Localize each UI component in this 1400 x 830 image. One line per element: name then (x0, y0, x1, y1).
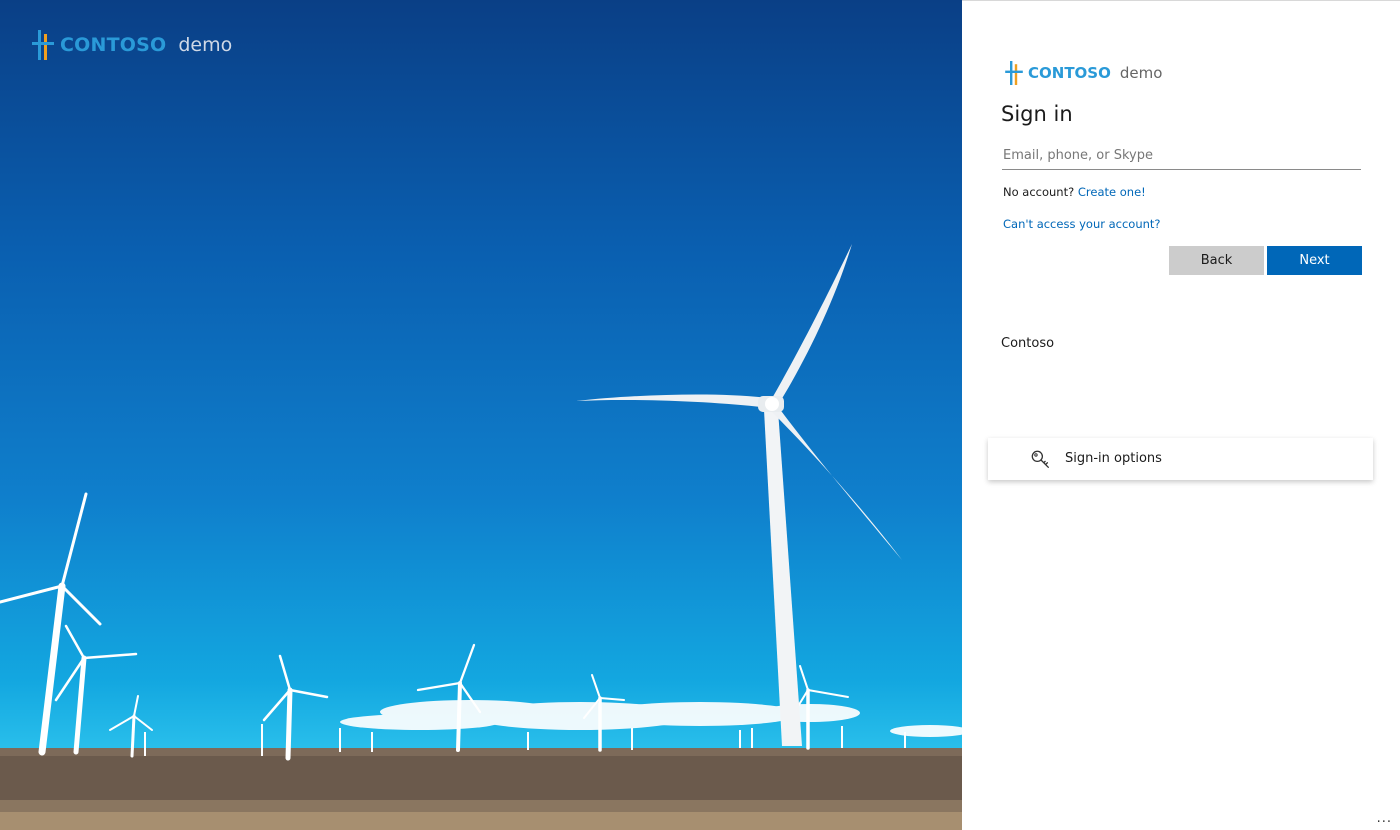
contoso-logo-icon (32, 30, 54, 60)
hero-logo: CONTOSO demo (32, 30, 232, 60)
more-options-button[interactable]: ... (1377, 811, 1392, 826)
clouds (340, 700, 962, 737)
sign-in-options-button[interactable]: Sign-in options (988, 438, 1373, 480)
page-title: Sign in (1001, 102, 1073, 126)
background-hero: CONTOSO demo (0, 0, 962, 830)
cant-access-account-link[interactable]: Can't access your account? (1003, 217, 1161, 231)
hero-brand-suffix: demo (178, 34, 233, 56)
sign-in-panel: CONTOSO demo Sign in No account? Create … (962, 0, 1400, 830)
hero-brand-name: CONTOSO (60, 34, 167, 56)
no-account-text: No account? (1003, 185, 1075, 199)
wind-turbine-photo (0, 244, 962, 830)
card-brand-suffix: demo (1119, 64, 1163, 82)
contoso-logo-icon (1005, 61, 1023, 85)
key-icon (1031, 450, 1049, 468)
no-account-row: No account? Create one! (1003, 185, 1146, 199)
main-turbine (576, 244, 902, 746)
create-account-link[interactable]: Create one! (1078, 185, 1146, 199)
email-input[interactable] (1002, 141, 1361, 170)
card-logo: CONTOSO demo (1005, 61, 1162, 85)
organization-name: Contoso (1001, 336, 1055, 351)
sign-in-options-label: Sign-in options (1065, 451, 1162, 466)
card-brand-name: CONTOSO (1028, 64, 1111, 82)
back-button[interactable]: Back (1169, 246, 1264, 275)
next-button[interactable]: Next (1267, 246, 1362, 275)
